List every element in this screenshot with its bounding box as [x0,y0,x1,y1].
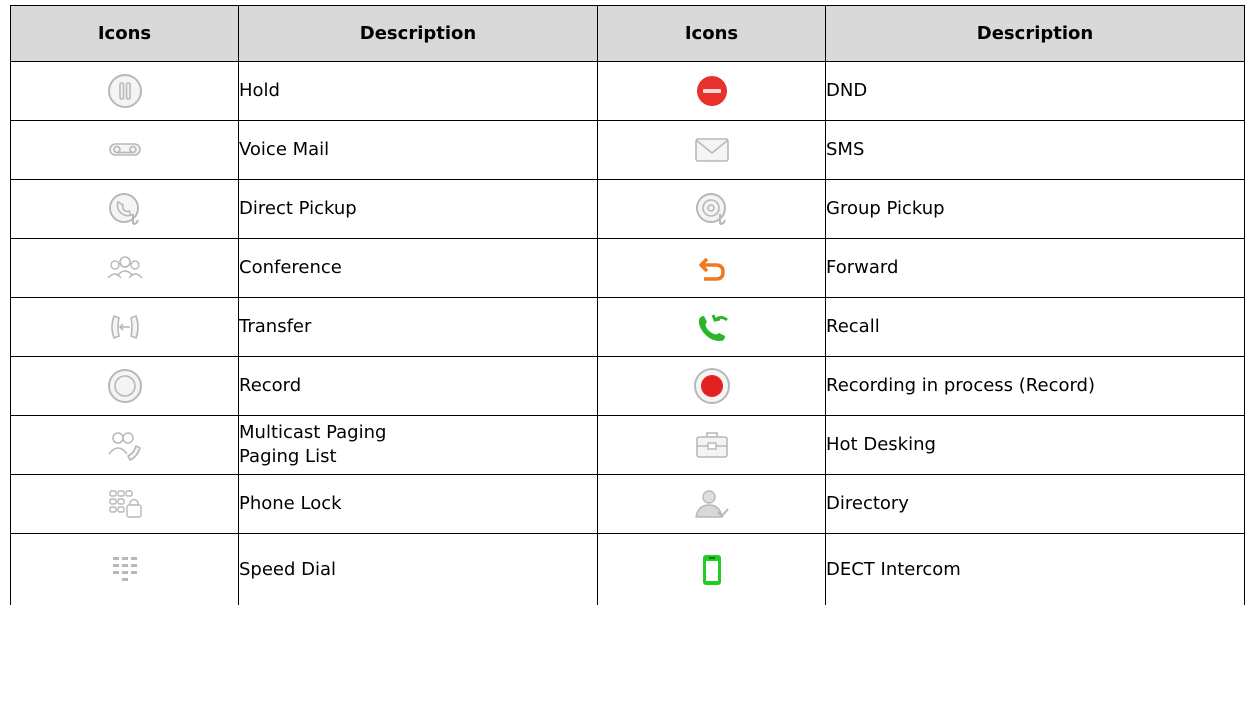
group-pickup-icon [693,190,731,228]
left-description-cell: Conference [238,238,598,298]
left-icon-cell [10,474,239,534]
direct-pickup-icon [106,190,144,228]
right-description-cell: Recording in process (Record) [825,356,1245,416]
multicast-paging-icon [106,426,144,464]
left-icon-cell [10,179,239,239]
right-icon-cell [597,238,826,298]
description-text: Conference [239,257,342,278]
conference-icon [106,249,144,287]
description-text: Hot Desking [826,434,936,455]
right-description-cell: Hot Desking [825,415,1245,475]
phone-lock-icon [106,485,144,523]
left-icon-cell [10,61,239,121]
left-icon-cell [10,415,239,475]
description-text: Voice Mail [239,139,330,160]
recall-icon [693,308,731,346]
record-icon [106,367,144,405]
dect-intercom-icon [693,551,731,589]
left-description-cell: Hold [238,61,598,121]
left-description-cell: Phone Lock [238,474,598,534]
right-description-cell: Forward [825,238,1245,298]
sms-icon [693,131,731,169]
right-description-cell: SMS [825,120,1245,180]
table-row: Voice Mail SMS [10,120,1245,180]
left-description-cell: Multicast Paging Paging List [238,415,598,475]
description-text: Phone Lock [239,493,342,514]
table-row: Speed Dial DECT Intercom [10,533,1245,605]
description-text: SMS [826,139,865,160]
header-icons-right: Icons [597,5,826,62]
table-row: Direct Pickup Group Pickup [10,179,1245,239]
description-text: Recall [826,316,880,337]
right-icon-cell [597,533,826,605]
left-icon-cell [10,297,239,357]
right-icon-cell [597,356,826,416]
table-row: Hold DND [10,61,1245,121]
left-description-cell: Transfer [238,297,598,357]
description-text: DECT Intercom [826,558,961,580]
hold-icon [106,72,144,110]
left-icon-cell [10,356,239,416]
left-icon-cell [10,533,239,605]
table-row: Phone Lock Directory [10,474,1245,534]
table-row: Conference Forward [10,238,1245,298]
right-description-cell: Group Pickup [825,179,1245,239]
left-description-cell: Direct Pickup [238,179,598,239]
table-row: Transfer Recall [10,297,1245,357]
right-icon-cell [597,61,826,121]
description-text: Paging List [239,446,337,467]
description-text: Forward [826,257,899,278]
description-text: Group Pickup [826,198,945,219]
left-description-cell: Record [238,356,598,416]
table-header-row: Icons Description Icons Description [10,5,1245,62]
right-icon-cell [597,120,826,180]
description-text: Speed Dial [239,558,337,580]
forward-icon [693,249,731,287]
description-text: Direct Pickup [239,198,357,219]
voice-mail-icon [106,131,144,169]
directory-icon [693,485,731,523]
description-text: Recording in process (Record) [826,375,1096,396]
dnd-icon [693,72,731,110]
description-text: DND [826,80,868,101]
left-description-cell: Speed Dial [238,533,598,605]
description-text: Record [239,375,302,396]
icon-description-table: Icons Description Icons Description Hold… [10,5,1245,605]
recording-in-process-icon [693,367,731,405]
right-description-cell: Directory [825,474,1245,534]
hot-desking-icon [693,426,731,464]
right-icon-cell [597,474,826,534]
right-description-cell: DECT Intercom [825,533,1245,605]
description-text: Hold [239,80,280,101]
header-description-left: Description [238,5,598,62]
description-text: Transfer [239,316,312,337]
header-icons-left: Icons [10,5,239,62]
right-icon-cell [597,297,826,357]
left-description-cell: Voice Mail [238,120,598,180]
right-icon-cell [597,179,826,239]
table-row: Record Recording in process (Record) [10,356,1245,416]
right-description-cell: DND [825,61,1245,121]
transfer-icon [106,308,144,346]
description-text: Multicast Paging [239,422,387,443]
speed-dial-icon [106,551,144,589]
left-icon-cell [10,120,239,180]
right-description-cell: Recall [825,297,1245,357]
left-icon-cell [10,238,239,298]
description-text: Directory [826,493,909,514]
header-description-right: Description [825,5,1245,62]
table-row: Multicast Paging Paging List Hot Desking [10,415,1245,475]
right-icon-cell [597,415,826,475]
